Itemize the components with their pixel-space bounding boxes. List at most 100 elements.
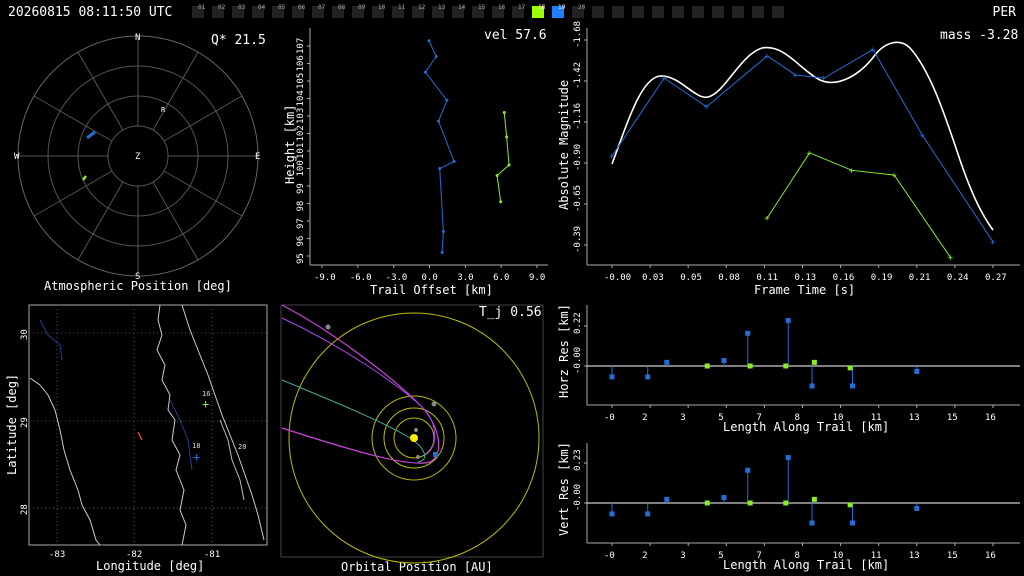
vert-xtick: 13 (909, 551, 920, 561)
vert-xtick: 5 (718, 551, 723, 561)
vert-point (747, 500, 753, 506)
map-ytick-0: 30 (20, 329, 30, 340)
height-ytick: 105 (296, 73, 306, 89)
horz-point (914, 368, 920, 374)
height-ytick: 103 (296, 108, 306, 124)
height-series-1 (496, 112, 510, 202)
vert-ytick: 0.23 (573, 449, 583, 471)
orbit-point-1 (325, 324, 331, 330)
height-point (441, 230, 445, 233)
horz-xtick: 15 (947, 413, 958, 423)
polar-dir-z: Z (135, 152, 141, 162)
mag-point: + (764, 214, 770, 224)
height-ytick: 101 (296, 143, 306, 159)
height-point (452, 160, 456, 163)
polar-dir-r: R (161, 106, 166, 114)
vert-point (850, 520, 856, 526)
map-marker-2: 20 (238, 443, 246, 451)
horz-point (847, 365, 853, 371)
horz-xtick: -0 (604, 413, 615, 423)
mag-xtick: 0.03 (642, 273, 664, 283)
vert-res-plot: -0 2 3 5 7 8 10 11 13 15 16 0.23 -0.00 (573, 443, 1020, 561)
mag-series-1 (766, 152, 952, 258)
mag-xtick: 0.21 (909, 273, 931, 283)
mag-xtick: 0.19 (871, 273, 893, 283)
height-point (507, 163, 511, 167)
mag-point: + (990, 238, 996, 248)
height-point (502, 111, 506, 114)
horz-xtick: 5 (718, 413, 723, 423)
height-point (445, 98, 449, 102)
vert-point (809, 520, 815, 526)
vert-xtick: 3 (680, 551, 685, 561)
vert-ytick: -0.00 (573, 484, 583, 511)
height-ytick: 107 (296, 38, 306, 54)
height-ytick: 97 (296, 218, 306, 229)
polar-spoke (33, 170, 113, 217)
mag-xtick: 0.08 (718, 273, 740, 283)
height-point (427, 39, 431, 43)
vert-point (664, 496, 670, 502)
map-xtick-1: -82 (126, 550, 142, 560)
mag-xtick: 0.05 (680, 273, 702, 283)
height-xtick: -3.0 (386, 273, 408, 283)
orbit-point-4 (416, 455, 420, 459)
horz-xtick: 13 (909, 413, 920, 423)
coast-lagoon (219, 419, 245, 501)
height-ytick: 106 (296, 55, 306, 71)
mag-xtick: -0.00 (604, 273, 631, 283)
vert-point (847, 502, 853, 508)
height-ytick: 99 (296, 183, 306, 194)
horz-point (850, 383, 856, 389)
map-xtick-2: -81 (204, 550, 220, 560)
mag-ytick: -1.16 (573, 103, 583, 130)
height-point (434, 55, 438, 58)
polar-plot: N S E W Z R (14, 33, 260, 282)
horz-point (811, 359, 817, 365)
horz-point (783, 363, 789, 369)
earth-position (433, 452, 438, 457)
river-1 (39, 319, 63, 361)
horz-xtick: 11 (871, 413, 882, 423)
horz-point (609, 374, 615, 380)
vert-point (704, 500, 710, 506)
horz-xtick: 10 (833, 413, 844, 423)
polar-spoke (77, 51, 124, 131)
horz-point (747, 363, 753, 369)
vert-xtick: 10 (833, 551, 844, 561)
horz-xtick: 3 (680, 413, 685, 423)
mag-point: + (891, 171, 897, 181)
mag-ytick: -1.42 (573, 62, 583, 89)
vert-point (721, 495, 727, 501)
map-marker-3: 18 (192, 442, 200, 450)
vert-xtick: 11 (871, 551, 882, 561)
river-2 (169, 399, 193, 471)
polar-spoke (163, 170, 243, 217)
sun-icon (410, 434, 418, 442)
vert-point (609, 511, 615, 517)
vert-xtick: 7 (756, 551, 761, 561)
mag-point: + (792, 71, 798, 81)
vert-point (745, 467, 751, 473)
height-ytick: 104 (296, 90, 306, 106)
height-ytick: 96 (296, 236, 306, 247)
mag-point: + (661, 74, 667, 84)
vert-xtick: -0 (604, 551, 615, 561)
map-station-blue: + (193, 450, 200, 464)
horz-point (745, 330, 751, 336)
mag-series-0 (611, 48, 994, 243)
map-ytick-2: 28 (20, 504, 30, 515)
vert-point (785, 455, 791, 461)
orbit-meteoroid-2 (281, 317, 436, 456)
polar-trail-blue (86, 130, 96, 140)
horz-point (721, 358, 727, 364)
mag-point: + (919, 131, 925, 141)
horz-point (664, 359, 670, 365)
polar-dir-n: N (135, 33, 140, 43)
height-ytick: 102 (296, 125, 306, 141)
height-plot: -9.0 -6.0 -3.0 0.0 3.0 6.0 9.0 95 96 97 98 99 100101… (296, 28, 548, 283)
mag-xtick: 0.13 (795, 273, 817, 283)
orbit-point-2 (431, 401, 437, 407)
height-xtick: -6.0 (350, 273, 372, 283)
polar-spoke (152, 51, 199, 131)
